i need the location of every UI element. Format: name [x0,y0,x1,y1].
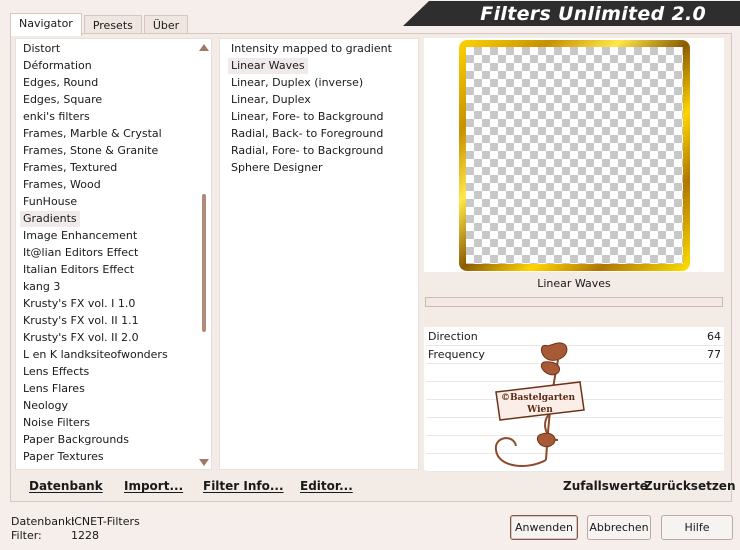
category-item[interactable]: Edges, Round [20,75,101,91]
progress-bar [425,297,723,307]
filter-item[interactable]: Radial, Fore- to Background [228,143,386,159]
tab-navigator[interactable]: Navigator [10,13,82,36]
status-filter-value: 1228 [71,529,99,542]
parameter-label: Direction [428,330,478,343]
zufallswerte-button[interactable]: Zufallswerte [563,479,648,493]
category-item[interactable]: Distort [20,41,63,57]
title-banner: Filters Unlimited 2.0 [403,1,740,26]
status-db-value: ICNET-Filters [71,515,140,528]
category-item[interactable]: Paper Textures [20,449,107,465]
editor-button[interactable]: Editor... [300,479,353,493]
tab-bar: Navigator Presets Über [10,13,190,36]
category-item[interactable]: FunHouse [20,194,80,210]
category-item[interactable]: Image Enhancement [20,228,140,244]
apply-button[interactable]: Anwenden [510,515,578,540]
zuruecksetzen-button[interactable]: Zurücksetzen [644,479,735,493]
category-item[interactable]: It@lian Editors Effect [20,245,141,261]
watermark-text-2: Wien [526,405,553,415]
category-item[interactable]: Frames, Marble & Crystal [20,126,165,142]
filter-info-button[interactable]: Filter Info... [203,479,284,493]
category-item[interactable]: Frames, Wood [20,177,104,193]
category-item[interactable]: Déformation [20,58,95,74]
category-item[interactable]: Krusty's FX vol. I 1.0 [20,296,138,312]
help-button[interactable]: Hilfe [661,515,733,540]
category-item[interactable]: Lens Effects [20,364,92,380]
category-item[interactable]: L en K landksiteofwonders [20,347,171,363]
import-button[interactable]: Import... [124,479,183,493]
category-item[interactable]: Italian Editors Effect [20,262,137,278]
parameter-label: Frequency [428,348,485,361]
category-item[interactable]: Gradients [20,211,80,227]
parameter-value[interactable]: 77 [707,346,721,364]
category-item[interactable]: Frames, Textured [20,160,120,176]
filter-list: Intensity mapped to gradient Linear Waves… [219,38,419,470]
status-filter-label: Filter: [11,529,42,542]
selected-filter-name: Linear Waves [537,277,611,290]
filter-item[interactable]: Linear, Duplex [228,92,314,108]
app-title: Filters Unlimited 2.0 [480,3,706,25]
bastelgarten-watermark: ©Bastelgarten Wien [494,342,585,467]
filter-item[interactable]: Linear, Duplex (inverse) [228,75,366,91]
preview-image [459,40,690,271]
filter-item[interactable]: Sphere Designer [228,160,326,176]
category-scroll-thumb[interactable] [202,194,206,332]
datenbank-button[interactable]: Datenbank [29,479,103,493]
status-db-label: Datenbank: [11,515,76,528]
category-item[interactable]: Krusty's FX vol. II 1.1 [20,313,142,329]
category-item[interactable]: Edges, Square [20,92,105,108]
category-item[interactable]: Frames, Stone & Granite [20,143,161,159]
category-item[interactable]: Krusty's FX vol. II 2.0 [20,330,142,346]
filter-name-strip: Linear Waves [424,273,724,295]
watermark-text-1: ©Bastelgarten [501,393,576,403]
scroll-down-icon[interactable] [199,459,209,466]
filter-item[interactable]: Intensity mapped to gradient [228,41,395,57]
category-item[interactable]: Neology [20,398,71,414]
category-item[interactable]: Paper Backgrounds [20,432,132,448]
category-item[interactable]: Noise Filters [20,415,93,431]
category-item[interactable]: kang 3 [20,279,63,295]
category-list: Distort Déformation Edges, Round Edges, Squ… [15,38,212,470]
parameter-value[interactable]: 64 [707,328,721,346]
transparency-checkerboard [466,47,683,264]
filter-item[interactable]: Linear Waves [228,58,308,74]
filter-item[interactable]: Linear, Fore- to Background [228,109,387,125]
filter-item[interactable]: Radial, Back- to Foreground [228,126,386,142]
category-item[interactable]: enki's filters [20,109,93,125]
scroll-up-icon[interactable] [199,44,209,51]
category-item[interactable]: Lens Flares [20,381,88,397]
cancel-button[interactable]: Abbrechen [587,515,651,540]
